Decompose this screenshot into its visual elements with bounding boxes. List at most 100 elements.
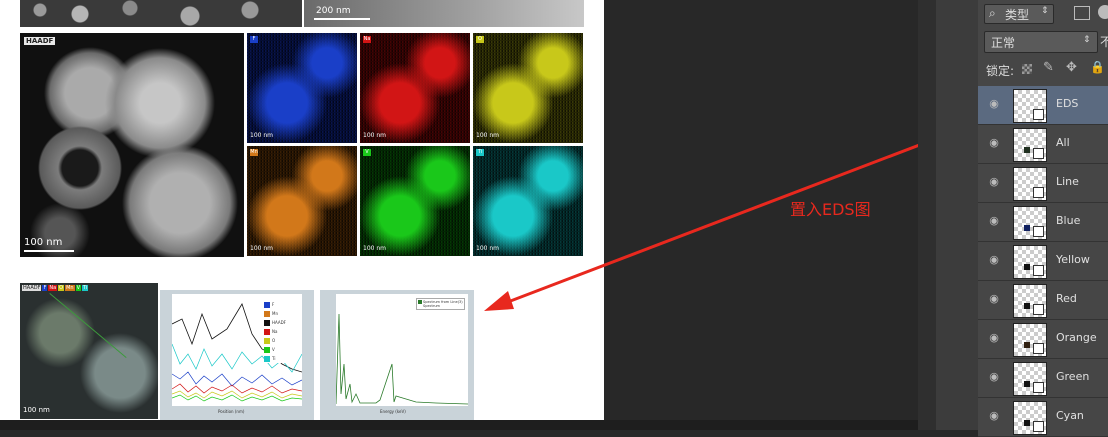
lock-transparent-icon[interactable] [1022, 64, 1032, 74]
layer-name: Green [1056, 370, 1090, 383]
lock-all-icon[interactable]: 🔒 [1090, 60, 1105, 74]
updown-icon: ⇕ [1083, 35, 1091, 45]
lock-pixels-icon[interactable]: ✎ [1043, 60, 1054, 75]
lock-label: 锁定: [986, 64, 1015, 78]
thumbnail-mark [1024, 147, 1030, 153]
scale-bar [314, 18, 370, 20]
layer-row[interactable]: ◉ All [978, 125, 1108, 164]
updown-icon: ⇕ [1041, 6, 1049, 16]
spectrum-legend-item: Spectrum [423, 304, 440, 308]
legend-label: Na [272, 329, 278, 334]
eye-icon[interactable]: ◉ [988, 293, 1000, 305]
spectrum-legend: Spectrum from Line(3) Spectrum [416, 298, 465, 310]
map-scale-label: 100 nm [250, 132, 274, 139]
eye-icon[interactable]: ◉ [988, 137, 1000, 149]
map-scale-label: 100 nm [363, 245, 387, 252]
eye-icon[interactable]: ◉ [988, 332, 1000, 344]
line-scan-legend: F Mn HAADF Na O V Ti [264, 300, 286, 363]
legend-swatch [264, 319, 270, 326]
canvas-bottom-edge [0, 420, 918, 430]
overlay-badge: Ti [82, 285, 89, 291]
element-badge: V [363, 149, 371, 156]
legend-swatch [264, 310, 270, 317]
layer-row[interactable]: ◉ Red [978, 281, 1108, 320]
tem-image-top-left [20, 0, 302, 27]
eds-map-v: V 100 nm [360, 146, 470, 256]
layer-filter-dropdown[interactable]: ⌕ 类型 ⇕ [984, 4, 1054, 24]
lock-position-icon[interactable]: ✥ [1066, 60, 1077, 75]
map-scale-label: 100 nm [250, 245, 274, 252]
line-scan-legend-item: HAADF [264, 318, 286, 327]
eye-icon[interactable]: ◉ [988, 98, 1000, 110]
layer-row[interactable]: ◉ Yellow [978, 242, 1108, 281]
annotation-text: 置入EDS图 [790, 200, 871, 219]
layer-name: EDS [1056, 97, 1079, 110]
eds-map-f: F 100 nm [247, 33, 357, 143]
element-badge: Na [363, 36, 371, 43]
eds-overlay-image: HAADF F Na O Mn V Ti 100 nm [20, 283, 158, 419]
legend-swatch [264, 301, 270, 308]
line-scan-legend-item: Mn [264, 309, 286, 318]
overlay-badge: O [58, 285, 65, 291]
legend-swatch [264, 346, 270, 353]
haadf-label: HAADF [24, 37, 56, 45]
thumbnail-mark [1024, 381, 1030, 387]
smart-object-icon [1033, 109, 1044, 120]
line-scan-legend-item: O [264, 336, 286, 345]
smart-object-icon [1033, 148, 1044, 159]
eye-icon[interactable]: ◉ [988, 410, 1000, 422]
spectrum-xlabel: Energy (keV) [380, 409, 406, 414]
overlay-badge: F [42, 285, 48, 291]
line-scan-legend-item: Ti [264, 354, 286, 363]
layer-row[interactable]: ◉ Blue [978, 203, 1108, 242]
layer-thumbnail [1013, 89, 1047, 123]
layer-name: Red [1056, 292, 1077, 305]
image-filter-icon[interactable] [1074, 6, 1090, 20]
layer-row[interactable]: ◉ Cyan [978, 398, 1108, 437]
legend-label: F [272, 302, 275, 307]
panel-dock-strip [918, 0, 936, 430]
adjustment-filter-icon[interactable] [1098, 5, 1108, 19]
overlay-badge: Mn [65, 285, 75, 291]
smart-object-icon [1033, 226, 1044, 237]
spectrum-plot-area: Spectrum from Line(3) Spectrum [335, 294, 469, 406]
element-badges: HAADF F Na O Mn V Ti [22, 285, 89, 291]
layer-name: Cyan [1056, 409, 1084, 422]
element-badge: O [476, 36, 484, 43]
scale-label: 200 nm [316, 6, 351, 16]
eye-icon[interactable]: ◉ [988, 176, 1000, 188]
blend-mode-dropdown[interactable]: 正常 ⇕ [984, 31, 1098, 53]
layer-name: Line [1056, 175, 1079, 188]
layer-row[interactable]: ◉ Green [978, 359, 1108, 398]
layer-name: All [1056, 136, 1070, 149]
layer-name: Orange [1056, 331, 1097, 344]
filter-kind-label: 类型 [1005, 8, 1030, 22]
map-scale-label: 100 nm [363, 132, 387, 139]
legend-label: V [272, 347, 275, 352]
layer-row[interactable]: ◉ Line [978, 164, 1108, 203]
layer-thumbnail [1013, 323, 1047, 357]
thumbnail-mark [1024, 420, 1030, 426]
smart-object-icon [1033, 343, 1044, 354]
layer-row[interactable]: ◉ Orange [978, 320, 1108, 359]
overlay-scale-label: 100 nm [23, 406, 50, 414]
blend-mode-value: 正常 [991, 36, 1016, 50]
eds-spectrum-chart: Spectrum from Line(3) Spectrum Energy (k… [320, 290, 474, 420]
eye-icon[interactable]: ◉ [988, 254, 1000, 266]
legend-swatch [264, 355, 270, 362]
overlay-badge: HAADF [22, 285, 42, 291]
layer-row[interactable]: ◉ EDS [978, 86, 1108, 125]
eye-icon[interactable]: ◉ [988, 215, 1000, 227]
smart-object-icon [1033, 187, 1044, 198]
legend-label: HAADF [272, 320, 286, 325]
layer-thumbnail [1013, 128, 1047, 162]
thumbnail-mark [1024, 264, 1030, 270]
line-scan-path [49, 293, 127, 359]
thumbnail-mark [1024, 342, 1030, 348]
layer-thumbnail [1013, 167, 1047, 201]
eye-icon[interactable]: ◉ [988, 371, 1000, 383]
layer-thumbnail [1013, 245, 1047, 279]
legend-label: O [272, 338, 276, 343]
line-scan-plot-area: F Mn HAADF Na O V Ti [171, 294, 303, 406]
scale-bar [24, 250, 74, 252]
